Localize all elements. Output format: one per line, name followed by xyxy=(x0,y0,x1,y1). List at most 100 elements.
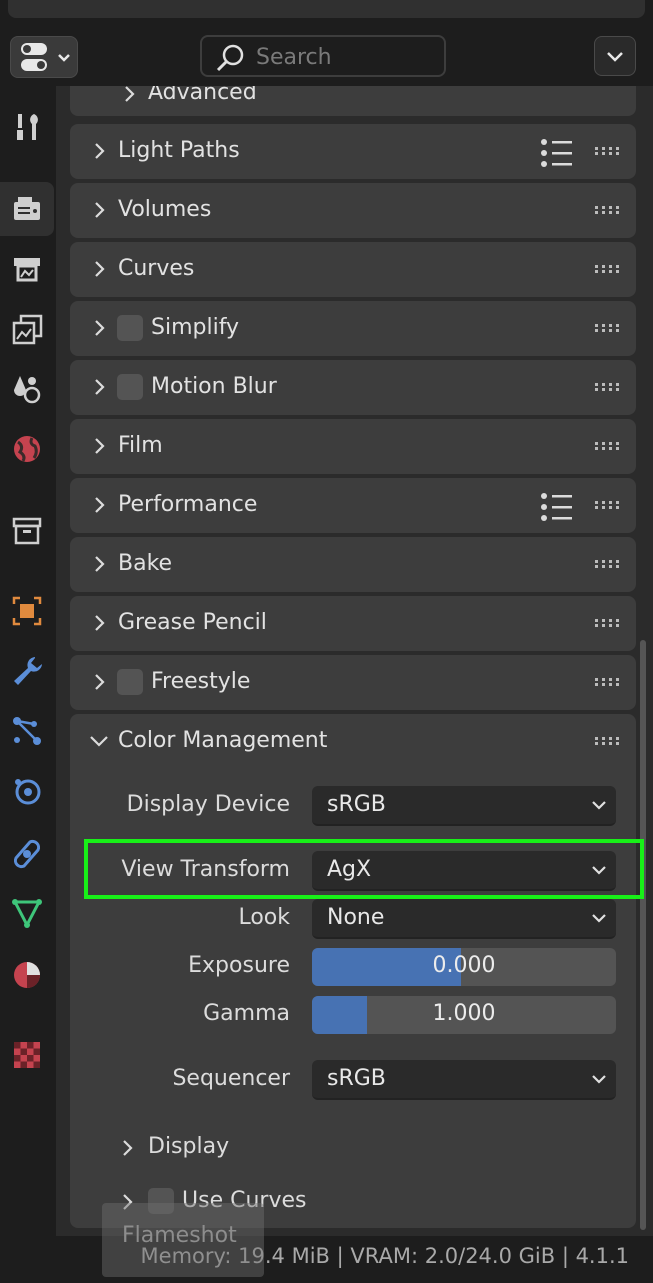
panel-simplify[interactable]: Simplify xyxy=(70,301,636,356)
panel-motion-blur[interactable]: Motion Blur xyxy=(70,360,636,415)
tab-constraints[interactable] xyxy=(0,826,54,880)
properties-tabs xyxy=(0,86,54,1236)
drag-handle-icon[interactable] xyxy=(594,323,622,333)
display-device-dropdown[interactable]: sRGB xyxy=(312,786,616,826)
modifier-icon xyxy=(14,657,42,685)
tab-output[interactable] xyxy=(0,242,54,296)
chevron-right-icon xyxy=(95,438,105,454)
drag-handle-icon[interactable] xyxy=(594,146,622,156)
panel-title: Grease Pencil xyxy=(118,610,267,635)
drag-handle-icon[interactable] xyxy=(594,677,622,687)
scene-icon xyxy=(14,376,41,404)
chevron-right-icon xyxy=(95,202,105,218)
dropdown-value: None xyxy=(327,905,385,930)
subpanel-title: Display xyxy=(148,1134,230,1159)
tab-object[interactable] xyxy=(0,584,54,638)
sequencer-label: Sequencer xyxy=(172,1066,290,1091)
chevron-down-icon xyxy=(592,801,606,810)
drag-handle-icon[interactable] xyxy=(594,441,622,451)
properties-header: Search xyxy=(0,24,653,86)
simplify-checkbox[interactable] xyxy=(117,315,143,341)
drag-handle-icon[interactable] xyxy=(594,264,622,274)
chevron-down-icon xyxy=(607,52,623,62)
drag-handle-icon[interactable] xyxy=(594,736,622,746)
tab-modifier[interactable] xyxy=(0,644,54,698)
top-area-edge-inner xyxy=(8,0,645,18)
panel-title: Curves xyxy=(118,256,195,281)
flameshot-overlay: Flameshot xyxy=(102,1203,264,1277)
panel-light-paths[interactable]: Light Paths xyxy=(70,124,636,179)
panel-scrollbar[interactable] xyxy=(640,640,646,1230)
tab-texture[interactable] xyxy=(0,1028,54,1082)
exposure-slider[interactable]: 0.000 xyxy=(312,948,616,986)
presets-list-icon[interactable] xyxy=(540,138,574,168)
constraints-icon xyxy=(13,839,41,869)
freestyle-checkbox[interactable] xyxy=(117,669,143,695)
drag-handle-icon[interactable] xyxy=(594,559,622,569)
world-icon xyxy=(14,436,40,462)
panel-freestyle[interactable]: Freestyle xyxy=(70,655,636,710)
physics-icon xyxy=(15,779,41,805)
chevron-right-icon xyxy=(95,556,105,572)
editor-type-button[interactable] xyxy=(10,36,78,78)
presets-list-icon[interactable] xyxy=(540,492,574,522)
panel-title: Performance xyxy=(118,492,258,517)
drag-handle-icon[interactable] xyxy=(594,205,622,215)
tab-physics[interactable] xyxy=(0,764,54,818)
render-icon xyxy=(14,197,40,220)
chevron-down-icon xyxy=(592,914,606,923)
chevron-right-icon xyxy=(95,379,105,395)
tab-particles[interactable] xyxy=(0,704,54,758)
tab-collection[interactable] xyxy=(0,504,54,558)
gamma-label: Gamma xyxy=(203,1001,290,1026)
chevron-right-icon xyxy=(125,86,135,102)
panel-volumes[interactable]: Volumes xyxy=(70,183,636,238)
chevron-right-icon xyxy=(123,1140,133,1156)
sequencer-dropdown[interactable]: sRGB xyxy=(312,1060,616,1100)
dropdown-value: sRGB xyxy=(327,792,386,817)
look-label: Look xyxy=(238,905,290,930)
display-device-label: Display Device xyxy=(126,792,290,817)
tab-scene[interactable] xyxy=(0,362,54,416)
slider-value: 1.000 xyxy=(432,1001,496,1026)
data-icon xyxy=(12,899,42,929)
panel-film[interactable]: Film xyxy=(70,419,636,474)
tab-data[interactable] xyxy=(0,886,54,940)
panel-title: Freestyle xyxy=(151,669,251,694)
tab-world[interactable] xyxy=(0,422,54,476)
search-field[interactable]: Search xyxy=(200,35,446,77)
panel-curves[interactable]: Curves xyxy=(70,242,636,297)
drag-handle-icon[interactable] xyxy=(594,618,622,628)
drag-handle-icon[interactable] xyxy=(594,382,622,392)
panel-grease-pencil[interactable]: Grease Pencil xyxy=(70,596,636,651)
chevron-right-icon xyxy=(95,497,105,513)
look-dropdown[interactable]: None xyxy=(312,899,616,939)
motion-blur-checkbox[interactable] xyxy=(117,374,143,400)
chevron-right-icon xyxy=(95,143,105,159)
panel-title: Simplify xyxy=(151,315,240,340)
slider-value: 0.000 xyxy=(432,953,496,978)
object-icon xyxy=(12,596,42,626)
particles-icon xyxy=(13,717,41,745)
panel-performance[interactable]: Performance xyxy=(70,478,636,533)
dropdown-value: sRGB xyxy=(327,1066,386,1091)
view-layer-icon xyxy=(12,314,43,345)
panel-advanced[interactable]: Advanced xyxy=(70,86,636,116)
tab-tool[interactable] xyxy=(0,100,54,154)
chevron-right-icon xyxy=(95,615,105,631)
tab-material[interactable] xyxy=(0,948,54,1002)
tab-render[interactable] xyxy=(0,182,54,236)
chevron-right-icon xyxy=(95,674,105,690)
properties-panel-area: Advanced Light Paths Volumes Curves Simp… xyxy=(56,86,653,1236)
status-bar: Memory: 19.4 MiB | VRAM: 2.0/24.0 GiB | … xyxy=(0,1236,653,1283)
tab-view-layer[interactable] xyxy=(0,302,54,356)
exposure-label: Exposure xyxy=(188,953,290,978)
top-area-edge xyxy=(0,0,653,22)
drag-handle-icon[interactable] xyxy=(594,500,622,510)
options-dropdown-button[interactable] xyxy=(594,36,636,76)
panel-bake[interactable]: Bake xyxy=(70,537,636,592)
chevron-right-icon xyxy=(95,320,105,336)
search-placeholder: Search xyxy=(256,45,332,70)
chevron-down-icon[interactable] xyxy=(88,734,110,750)
gamma-slider[interactable]: 1.000 xyxy=(312,996,616,1034)
